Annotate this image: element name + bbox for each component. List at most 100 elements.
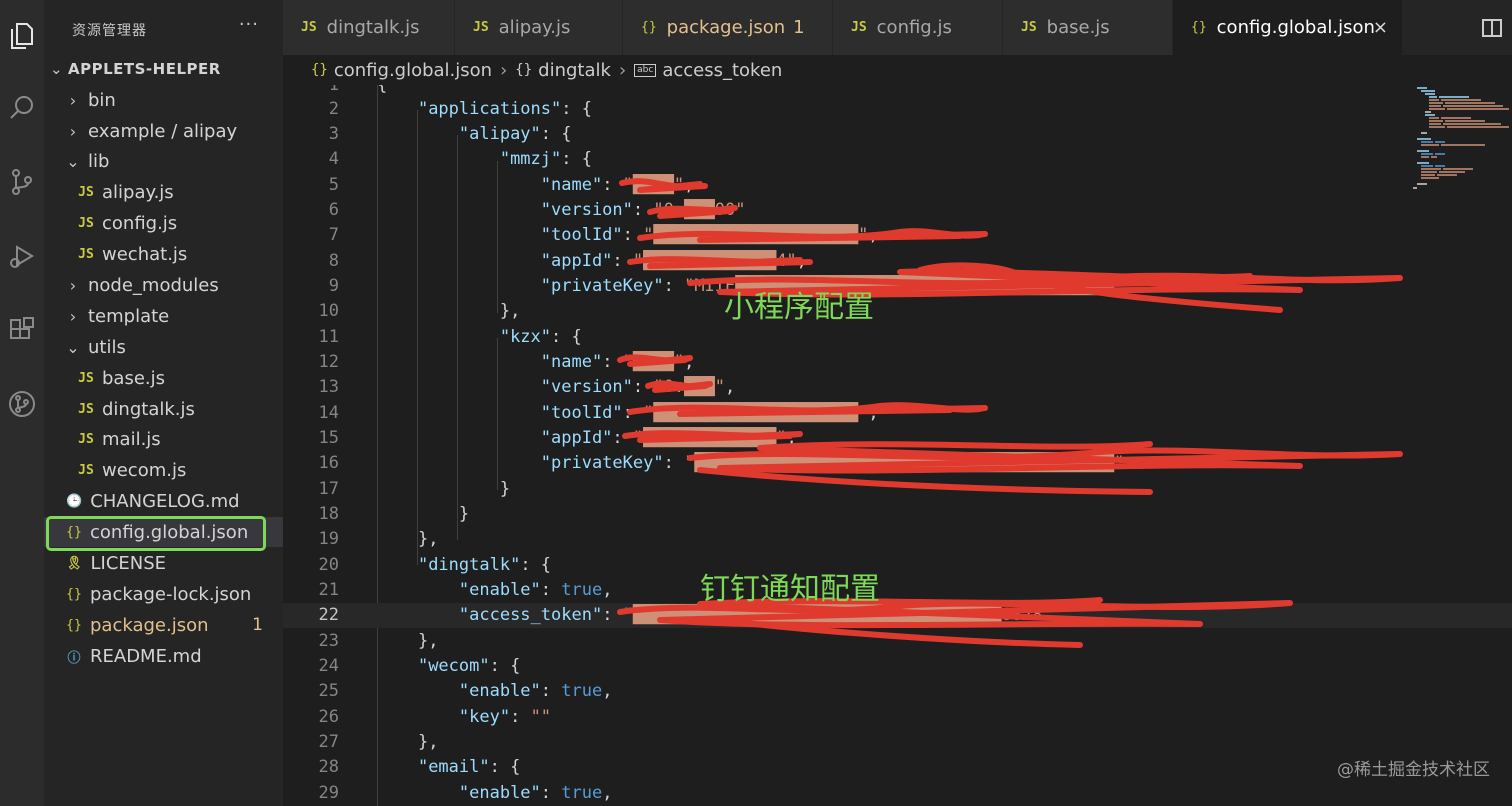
line-number: 9 [328,276,339,296]
code-line: 12 "name": "████", [283,350,1512,375]
code-line: 26 "key": "" [283,705,1512,730]
js-file-icon: JS [78,370,94,386]
chevron-right-icon: › [69,306,77,326]
git-graph-icon[interactable] [0,376,44,432]
code-line: 7 "toolId": "████████████████████", [283,223,1512,248]
explorer-icon[interactable] [0,8,44,64]
tree-folder-template[interactable]: › template [44,301,283,331]
line-number: 15 [318,428,339,448]
minimap[interactable] [1409,85,1512,806]
code-line: 8 "appId": "█████████████4", [283,249,1512,274]
tree-file-package-lock-json[interactable]: {} package-lock.json [44,579,283,609]
code-line: 10 }, [283,299,1512,324]
code-line: 23 }, [283,629,1512,654]
editor-tab-bar: JS dingtalk.js JS alipay.js {} package.j… [283,0,1512,55]
js-file-icon: JS [1021,20,1037,35]
workspace-root-label: APPLETS-HELPER [68,60,221,78]
tab-config-global-json[interactable]: {} config.global.json × [1173,0,1403,55]
tree-file-wecom-js[interactable]: JS wecom.js [44,455,283,485]
tree-item-label: LICENSE [90,552,167,574]
tree-file-mail-js[interactable]: JS mail.js [44,424,283,454]
tree-folder-example[interactable]: › example / alipay [44,116,283,146]
split-editor-icon[interactable] [1472,0,1512,55]
code-line: 9 "privateKey": "MIIE███████████████████… [283,274,1512,299]
tree-item-label: config.js [102,212,178,234]
js-file-icon: JS [78,431,94,447]
problem-count-badge: 1 [252,615,263,635]
breadcrumb-file[interactable]: config.global.json [334,60,492,81]
tree-item-label: utils [88,336,126,358]
clock-icon: 🕒 [66,493,83,509]
run-debug-icon[interactable] [0,228,44,284]
tree-folder-bin[interactable]: › bin [44,85,283,115]
tab-label: dingtalk.js [326,17,420,38]
tree-file-license[interactable]: 🎗 LICENSE [44,548,283,578]
tree-item-label: mail.js [102,428,161,450]
extensions-icon[interactable] [0,302,44,358]
code-line: 2 "applications": { [283,97,1512,122]
tree-file-package-json[interactable]: {} package.json 1 [44,610,283,640]
tab-label: config.global.json [1216,17,1375,38]
tree-item-label: lib [88,150,110,172]
tree-folder-utils[interactable]: ⌄ utils [44,332,283,362]
annotation-dingtalk-config: 钉钉通知配置 [700,572,880,607]
chevron-down-icon: ⌄ [66,337,80,357]
tree-folder-lib[interactable]: ⌄ lib [44,146,283,176]
code-line: 14 "toolId": "████████████████████", [283,401,1512,426]
more-actions-button[interactable]: ··· [239,14,259,35]
chevron-right-icon: › [500,59,508,81]
line-number: 25 [318,681,339,701]
code-line: 5 "name": "████", [283,173,1512,198]
code-line: 28 "email": { [283,755,1512,780]
line-number: 17 [318,479,339,499]
source-control-icon[interactable] [0,154,44,210]
line-number: 22 [318,605,339,625]
tree-file-readme[interactable]: ⓘ README.md [44,641,283,671]
code-line: 11 "kzx": { [283,325,1512,350]
tree-item-label: README.md [90,645,202,667]
tab-label: alipay.js [498,17,571,38]
tree-item-label: wechat.js [102,243,188,265]
line-number: 12 [318,352,339,372]
chevron-right-icon: › [618,59,627,81]
tab-config-js[interactable]: JS config.js [833,0,1003,55]
code-line: 16 "privateKey": "██████████████████████… [283,451,1512,476]
code-line: 21 "enable": true, [283,578,1512,603]
breadcrumb: {} config.global.json › {} dingtalk › ab… [283,55,1512,85]
js-file-icon: JS [78,246,94,262]
workspace-root[interactable]: ⌄ APPLETS-HELPER [50,58,221,80]
line-number: 28 [318,757,339,777]
code-editor[interactable]: 1{ 2 "applications": { 3 "alipay": { 4 "… [283,85,1512,806]
search-icon[interactable] [0,80,44,136]
tree-file-config-js[interactable]: JS config.js [44,208,283,238]
tree-item-label: package-lock.json [90,583,252,605]
tab-alipay-js[interactable]: JS alipay.js [455,0,623,55]
code-line: 29 "enable": true, [283,781,1512,806]
tree-file-base-js[interactable]: JS base.js [44,363,283,393]
code-line: 13 "version": "0.███", [283,375,1512,400]
close-icon[interactable]: × [1373,17,1388,38]
json-file-icon: {} [311,62,328,78]
breadcrumb-property[interactable]: access_token [662,60,782,81]
tree-file-dingtalk-js[interactable]: JS dingtalk.js [44,394,283,424]
tab-base-js[interactable]: JS base.js [1003,0,1173,55]
js-file-icon: JS [78,401,94,417]
json-file-icon: {} [66,586,82,602]
line-number: 26 [318,707,339,727]
tree-file-alipay-js[interactable]: JS alipay.js [44,177,283,207]
tab-label: base.js [1046,17,1110,38]
object-icon: {} [515,62,533,78]
tab-package-json[interactable]: {} package.json 1 [623,0,833,55]
tab-label: package.json [666,17,786,38]
breadcrumb-object[interactable]: dingtalk [538,60,611,81]
tree-folder-node-modules[interactable]: › node_modules [44,270,283,300]
tree-file-changelog[interactable]: 🕒 CHANGELOG.md [44,486,283,516]
js-file-icon: JS [851,20,867,35]
tree-file-wechat-js[interactable]: JS wechat.js [44,239,283,269]
line-number: 8 [328,251,339,271]
tab-dingtalk-js[interactable]: JS dingtalk.js [283,0,455,55]
line-number: 6 [328,200,339,220]
line-number: 19 [318,529,339,549]
watermark: @稀土掘金技术社区 [1337,760,1490,780]
tree-item-label: bin [88,89,116,111]
